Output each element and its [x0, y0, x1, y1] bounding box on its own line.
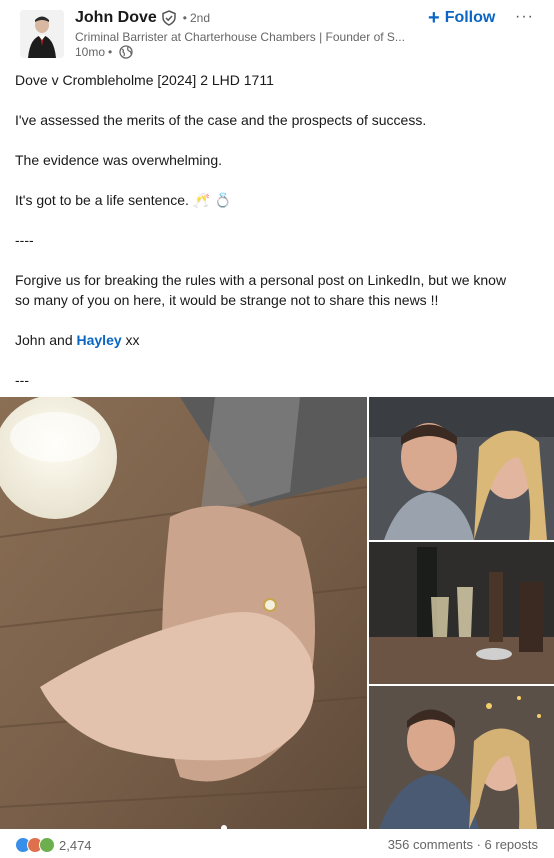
post-line: It's got to be a life sentence. 🥂 💍 — [15, 192, 232, 208]
follow-button[interactable]: + Follow — [428, 7, 495, 29]
globe-icon — [119, 45, 133, 59]
post-line: Forgive us for breaking the rules with a… — [15, 272, 507, 288]
author-headline: Criminal Barrister at Charterhouse Chamb… — [75, 30, 405, 44]
post-meta: 10mo • — [75, 45, 133, 59]
signature-text: John and — [15, 332, 77, 348]
post-header: John Dove • 2nd Criminal Barrister at Ch… — [0, 0, 554, 70]
post-signature: John and Hayley xx — [15, 330, 540, 350]
author-name-row: John Dove • 2nd — [75, 9, 210, 27]
post-separator: ---- — [15, 232, 34, 248]
verified-shield-icon — [161, 10, 177, 26]
reaction-icons — [15, 837, 55, 853]
post-line: I've assessed the merits of the case and… — [15, 112, 427, 128]
post-line: so many of you on here, it would be stra… — [15, 292, 439, 308]
separator-dot: • — [182, 11, 187, 25]
reaction-count: 2,474 — [59, 837, 92, 853]
follow-label: Follow — [444, 9, 496, 26]
post-separator: --- — [15, 372, 29, 388]
author-name[interactable]: John Dove — [75, 9, 157, 27]
support-icon — [39, 837, 55, 853]
separator-dot: • — [108, 45, 113, 59]
photo-couple-selfie-2[interactable] — [369, 686, 554, 829]
comments-reposts-link[interactable]: 356 comments · 6 reposts — [388, 837, 538, 852]
more-options-button[interactable]: ··· — [515, 8, 534, 26]
post-time: 10mo — [75, 45, 106, 59]
connection-degree: 2nd — [190, 11, 211, 25]
avatar[interactable] — [20, 10, 64, 58]
signature-text: xx — [121, 332, 140, 348]
post-footer: 2,474 356 comments · 6 reposts — [0, 831, 554, 858]
post-line: The evidence was overwhelming. — [15, 152, 222, 168]
photo-couple-selfie-1[interactable] — [369, 397, 554, 540]
plus-icon: + — [428, 7, 440, 29]
image-gallery — [0, 397, 554, 829]
mention-link[interactable]: Hayley — [77, 332, 122, 348]
post-line: Dove v Crombleholme [2024] 2 LHD 1711 — [15, 72, 274, 88]
reactions-summary[interactable]: 2,474 — [15, 837, 92, 853]
post-body: Dove v Crombleholme [2024] 2 LHD 1711 I'… — [15, 70, 540, 390]
photo-hands-ring[interactable] — [0, 397, 367, 829]
photo-champagne[interactable] — [369, 542, 554, 684]
